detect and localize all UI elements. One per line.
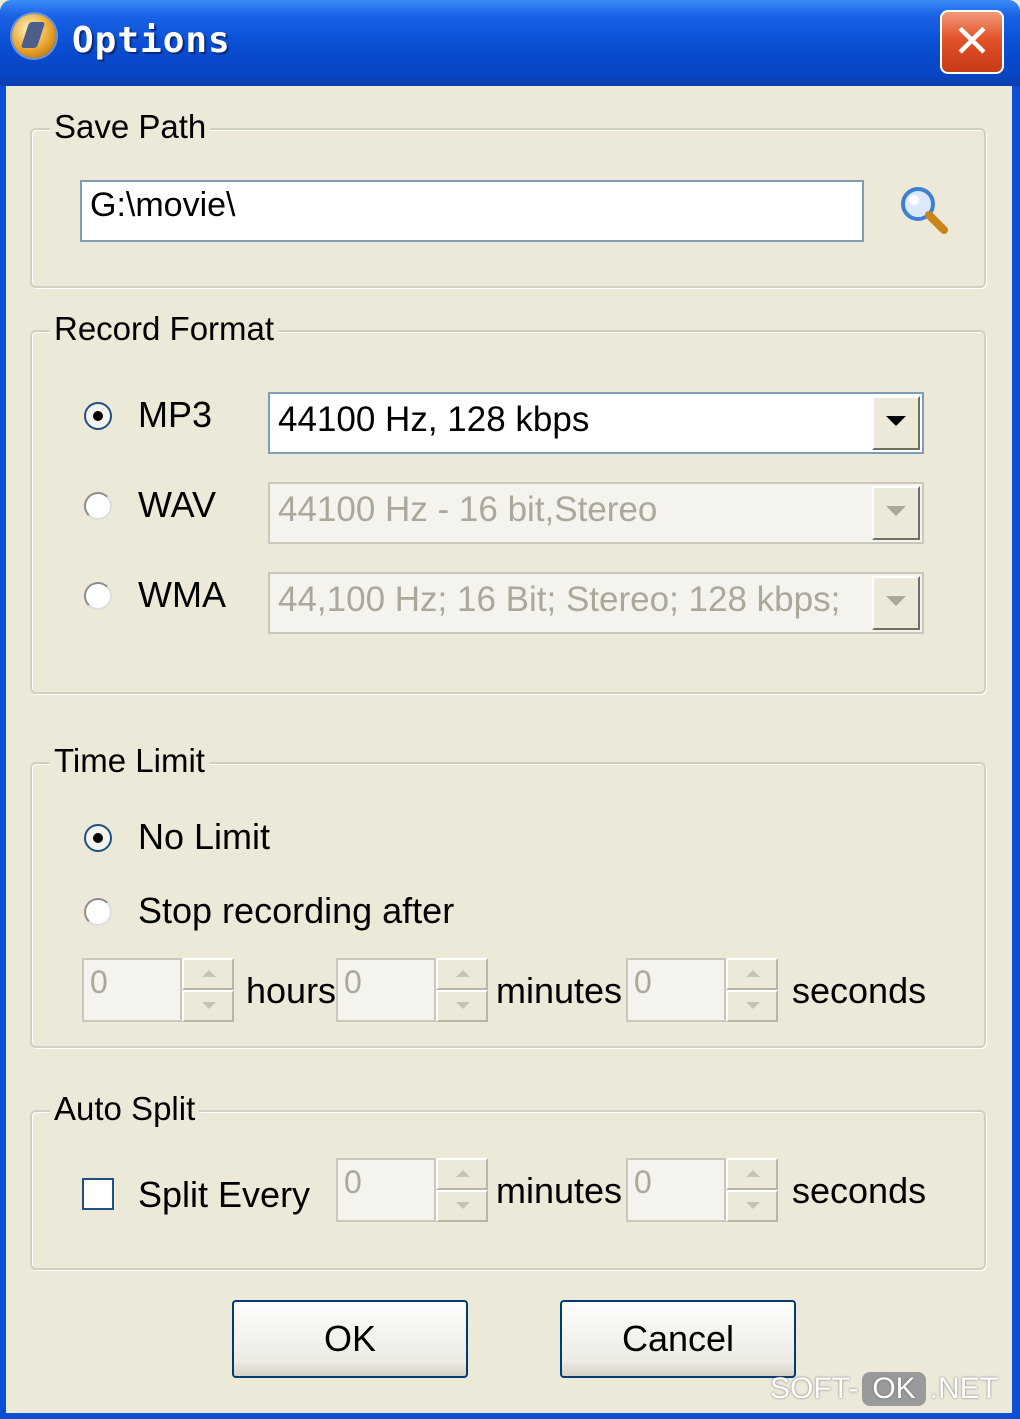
seconds-down-button (726, 990, 778, 1022)
wma-label: WMA (138, 574, 226, 615)
save-path-input[interactable]: G:\movie\ (80, 180, 864, 242)
split-every-label: Split Every (138, 1174, 311, 1215)
hours-label: hours (246, 970, 337, 1011)
no-limit-radio[interactable] (84, 824, 112, 852)
split-every-checkbox[interactable] (82, 1178, 114, 1210)
minutes-up-button (436, 958, 488, 990)
hours-up-button (182, 958, 234, 990)
minutes-down-button (436, 990, 488, 1022)
wav-label: WAV (138, 484, 216, 525)
dialog-body: Save Path G:\movie\ Record Format MP3 44… (6, 86, 1012, 1413)
record-format-legend: Record Format (50, 310, 279, 348)
watermark-right: .NET (929, 1372, 999, 1405)
options-dialog: Options ✕ Save Path G:\movie\ Record For… (0, 0, 1020, 1419)
wav-radio[interactable] (84, 492, 112, 520)
time-limit-legend: Time Limit (50, 742, 209, 780)
mp3-quality-value: 44100 Hz, 128 kbps (278, 400, 590, 439)
watermark: SOFT- OK .NET (770, 1372, 998, 1406)
stop-after-radio[interactable] (84, 898, 112, 926)
auto-split-legend: Auto Split (50, 1090, 200, 1128)
split-minutes-up-button (436, 1158, 488, 1190)
minutes-input: 0 (336, 958, 436, 1022)
watermark-left: SOFT- (770, 1372, 859, 1405)
record-format-group: Record Format MP3 44100 Hz, 128 kbps WAV… (30, 310, 986, 694)
chevron-down-icon (872, 576, 920, 630)
auto-split-group: Auto Split Split Every 0 minutes 0 secon… (30, 1090, 986, 1270)
minutes-label: minutes (496, 970, 623, 1011)
save-path-group: Save Path G:\movie\ (30, 108, 986, 288)
split-seconds-down-button (726, 1190, 778, 1222)
mp3-quality-select[interactable]: 44100 Hz, 128 kbps (268, 392, 924, 454)
split-minutes-input: 0 (336, 1158, 436, 1222)
hours-input: 0 (82, 958, 182, 1022)
split-minutes-down-button (436, 1190, 488, 1222)
window-title: Options (72, 20, 231, 61)
title-bar[interactable]: Options ✕ (0, 0, 1020, 86)
split-seconds-input: 0 (626, 1158, 726, 1222)
cancel-button[interactable]: Cancel (560, 1300, 796, 1378)
split-minutes-label: minutes (496, 1170, 623, 1211)
mp3-radio[interactable] (84, 402, 112, 430)
wma-quality-select: 44,100 Hz; 16 Bit; Stereo; 128 kbps; (268, 572, 924, 634)
wma-radio[interactable] (84, 582, 112, 610)
wav-quality-value: 44100 Hz - 16 bit,Stereo (278, 490, 658, 529)
app-icon (12, 14, 56, 58)
seconds-label: seconds (792, 970, 927, 1011)
hours-down-button (182, 990, 234, 1022)
save-path-legend: Save Path (50, 108, 211, 146)
seconds-input: 0 (626, 958, 726, 1022)
split-seconds-up-button (726, 1158, 778, 1190)
wav-quality-select: 44100 Hz - 16 bit,Stereo (268, 482, 924, 544)
no-limit-label: No Limit (138, 816, 271, 857)
ok-button[interactable]: OK (232, 1300, 468, 1378)
chevron-down-icon[interactable] (872, 396, 920, 450)
chevron-down-icon (872, 486, 920, 540)
browse-folder-icon[interactable] (896, 182, 952, 238)
mp3-label: MP3 (138, 394, 213, 435)
wma-quality-value: 44,100 Hz; 16 Bit; Stereo; 128 kbps; (278, 580, 841, 619)
close-button[interactable]: ✕ (940, 10, 1004, 74)
seconds-up-button (726, 958, 778, 990)
watermark-mid: OK (862, 1372, 926, 1406)
time-limit-group: Time Limit No Limit Stop recording after… (30, 742, 986, 1048)
split-seconds-label: seconds (792, 1170, 927, 1211)
stop-after-label: Stop recording after (138, 890, 455, 931)
